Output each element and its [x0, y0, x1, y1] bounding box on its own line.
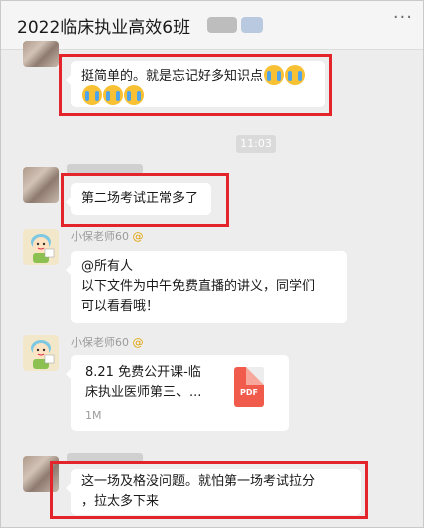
at-mark: @ — [132, 336, 144, 349]
teacher-avatar[interactable] — [23, 229, 59, 265]
pdf-file-icon: PDF — [234, 367, 264, 407]
message-line: 以下文件为中午免费直播的讲义，同学们 — [81, 279, 316, 294]
file-title: 8.21 免费公开课-临 床执业医师第三、... — [85, 365, 202, 400]
avatar[interactable] — [23, 167, 59, 203]
message-bubble[interactable]: @所有人 以下文件为中午免费直播的讲义，同学们 可以看看哦！ — [66, 251, 347, 323]
avatar[interactable] — [23, 41, 59, 67]
sender-name[interactable]: 小保老师60 @ — [71, 334, 144, 350]
sender-name[interactable]: 小保老师60 @ — [71, 228, 144, 244]
blurred-member-count — [207, 17, 237, 33]
blurred-badge — [241, 17, 263, 33]
message-line: 可以看看哦！ — [81, 299, 160, 314]
pdf-label: PDF — [240, 388, 258, 397]
highlight-box — [59, 54, 332, 116]
file-size: 1M — [85, 409, 102, 422]
more-dots-icon[interactable]: ··· — [393, 7, 413, 28]
highlight-box — [50, 461, 368, 519]
time-separator: 11:03 — [236, 135, 276, 153]
highlight-box — [61, 173, 229, 227]
chat-title: 2022临床执业高效6班 — [17, 18, 191, 38]
at-mark: @ — [132, 230, 144, 243]
file-message-card[interactable]: 8.21 免费公开课-临 床执业医师第三、... 1M PDF — [66, 355, 289, 431]
chat-header: 2022临床执业高效6班 ··· — [1, 1, 423, 50]
message-line: @所有人 — [81, 259, 134, 274]
chat-window: 2022临床执业高效6班 ··· 挺简单的。就是忘记好多知识点 11:03 第二… — [0, 0, 424, 528]
teacher-avatar[interactable] — [23, 335, 59, 371]
